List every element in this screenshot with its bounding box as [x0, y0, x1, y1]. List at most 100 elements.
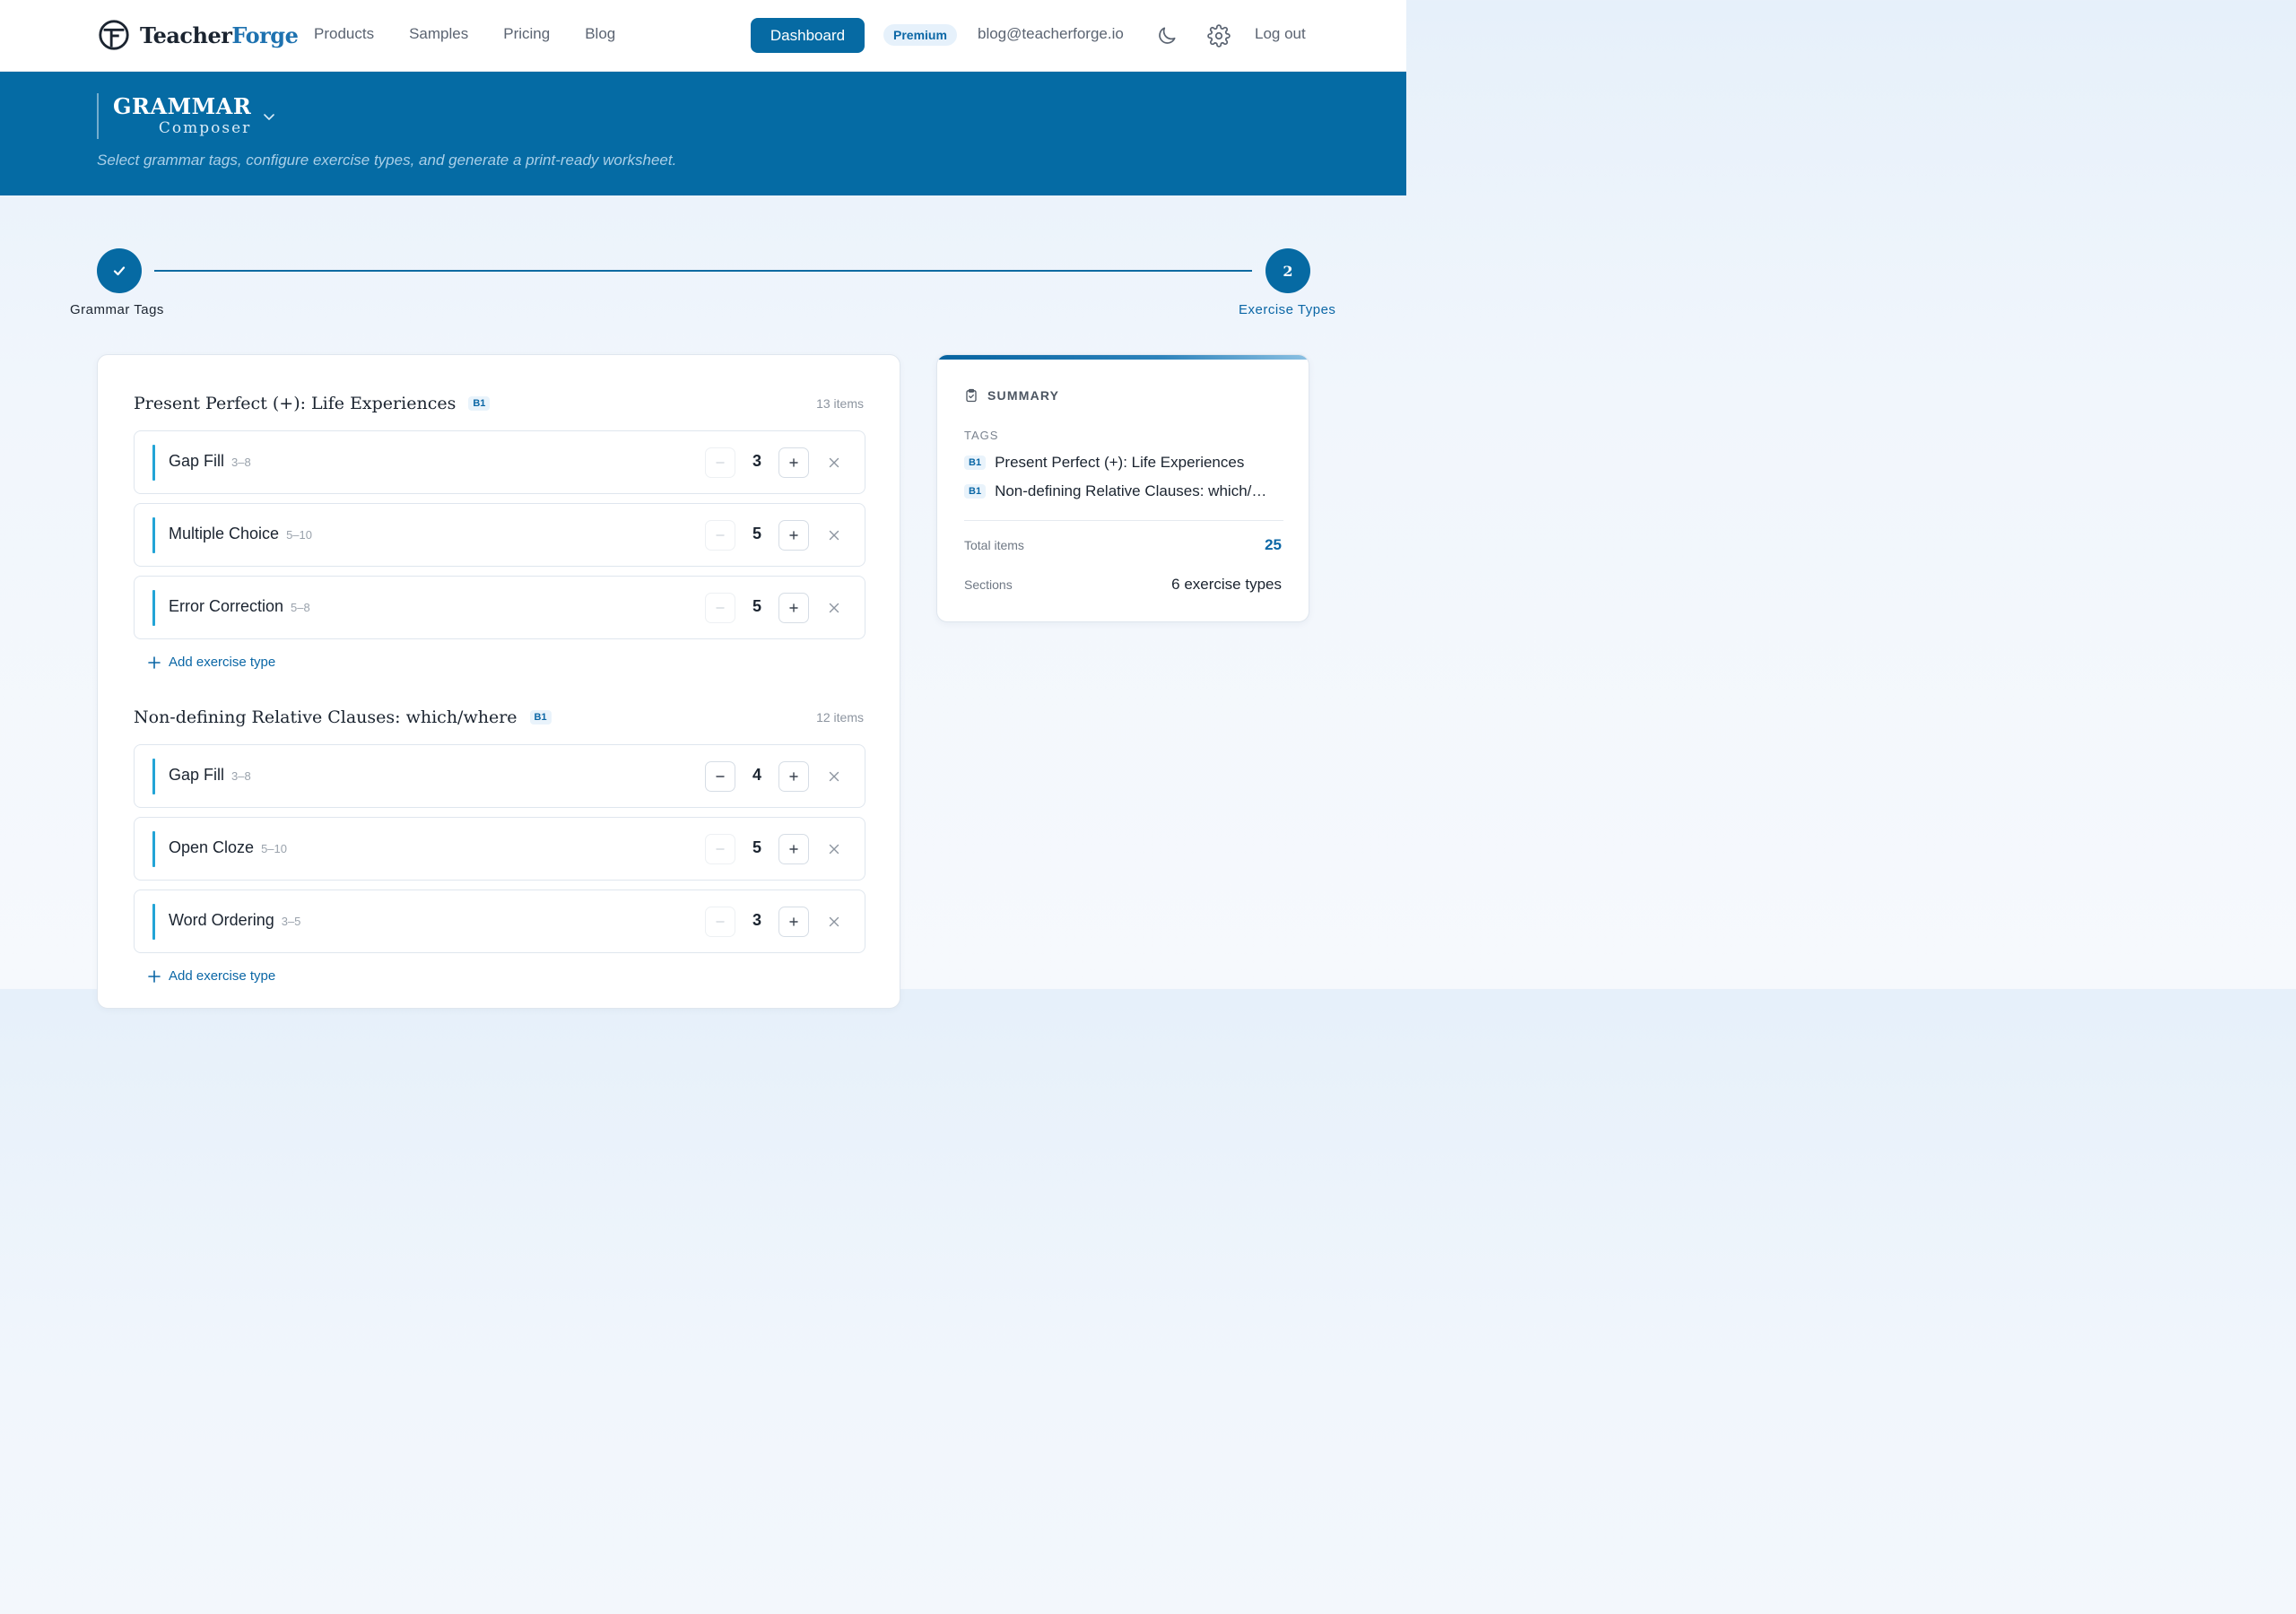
decrement-button[interactable]: [705, 593, 735, 623]
sections-label: Sections: [964, 577, 1013, 592]
exercise-accent-bar: [152, 517, 155, 553]
chevron-down-icon[interactable]: [262, 109, 276, 124]
nav-link-pricing[interactable]: Pricing: [503, 25, 550, 43]
exercise-name: Gap Fill 3–8: [169, 452, 251, 470]
section-title: Non-defining Relative Clauses: which/whe…: [134, 707, 517, 727]
summary-divider: [964, 520, 1283, 521]
dashboard-button[interactable]: Dashboard: [751, 18, 865, 53]
increment-button[interactable]: [778, 593, 809, 623]
nav-link-samples[interactable]: Samples: [409, 25, 468, 43]
increment-button[interactable]: [778, 761, 809, 792]
decrement-button[interactable]: [705, 520, 735, 551]
stepper-progress-line: [154, 270, 1252, 272]
exercise-row: Multiple Choice 5–10 5: [134, 503, 865, 567]
decrement-button[interactable]: [705, 907, 735, 937]
increment-button[interactable]: [778, 907, 809, 937]
section-header: Present Perfect (+): Life Experiences B1: [134, 394, 491, 413]
exercise-quantity: 4: [752, 766, 761, 784]
increment-button[interactable]: [778, 447, 809, 478]
section-title: Present Perfect (+): Life Experiences: [134, 394, 457, 413]
check-icon: [113, 266, 126, 276]
close-icon[interactable]: [827, 528, 841, 542]
exercise-range: 5–10: [261, 842, 287, 855]
summary-panel: SUMMARY TAGS B1 Present Perfect (+): Lif…: [936, 354, 1309, 622]
close-icon[interactable]: [827, 769, 841, 784]
section-item-count: 12 items: [816, 710, 864, 725]
exercise-accent-bar: [152, 445, 155, 481]
exercise-quantity: 5: [752, 838, 761, 856]
brand-logo[interactable]: TeacherForge: [97, 18, 299, 52]
exercise-row: Error Correction 5–8 5: [134, 576, 865, 639]
exercise-range: 5–8: [291, 601, 310, 614]
exercise-range: 3–5: [281, 915, 301, 928]
plus-icon: [789, 917, 798, 926]
plan-badge: Premium: [883, 24, 957, 46]
total-items-label: Total items: [964, 538, 1024, 552]
decrement-button[interactable]: [705, 447, 735, 478]
summary-tag-text: Present Perfect (+): Life Experiences: [995, 454, 1245, 471]
plus-icon: [789, 458, 798, 467]
exercise-quantity: 5: [752, 597, 761, 615]
step-1-label: Grammar Tags: [70, 302, 164, 317]
exercise-row: Word Ordering 3–5 3: [134, 889, 865, 953]
step-1-complete[interactable]: [97, 248, 142, 293]
exercise-quantity: 5: [752, 525, 761, 542]
page-description: Select grammar tags, configure exercise …: [97, 152, 677, 169]
gear-icon[interactable]: [1207, 24, 1231, 48]
sections-value: 6 exercise types: [1171, 576, 1282, 593]
exercise-name: Gap Fill 3–8: [169, 766, 251, 784]
top-navigation: TeacherForge Products Samples Pricing Bl…: [0, 0, 1406, 72]
nav-link-products[interactable]: Products: [314, 25, 374, 43]
summary-tag: B1 Non-defining Relative Clauses: which/…: [964, 482, 1274, 500]
decrement-button[interactable]: [705, 834, 735, 864]
level-badge: B1: [468, 396, 491, 411]
summary-title: SUMMARY: [987, 388, 1060, 403]
exercise-row: Gap Fill 3–8 3: [134, 430, 865, 494]
section-item-count: 13 items: [816, 396, 864, 411]
exercise-row: Open Cloze 5–10 5: [134, 817, 865, 881]
close-icon[interactable]: [827, 456, 841, 470]
moon-icon[interactable]: [1155, 24, 1178, 48]
nav-link-blog[interactable]: Blog: [585, 25, 615, 43]
close-icon[interactable]: [827, 842, 841, 856]
summary-header: SUMMARY: [964, 388, 1059, 403]
step-2-number: 2: [1283, 262, 1293, 280]
minus-icon: [716, 848, 725, 850]
close-icon[interactable]: [827, 915, 841, 929]
minus-icon: [716, 462, 725, 464]
exercise-quantity: 3: [752, 452, 761, 470]
minus-icon: [716, 534, 725, 536]
brand-name: TeacherForge: [140, 22, 299, 48]
section-header: Non-defining Relative Clauses: which/whe…: [134, 707, 552, 727]
composer-title-sub: Composer: [158, 118, 252, 137]
clipboard-check-icon: [966, 388, 977, 403]
add-exercise-type-button[interactable]: Add exercise type: [147, 968, 275, 984]
step-2-active[interactable]: 2: [1265, 248, 1310, 293]
composer-selector[interactable]: GRAMMAR Composer: [97, 93, 276, 139]
summary-accent-bar: [937, 355, 1309, 360]
plus-icon: [789, 603, 798, 612]
add-exercise-type-label: Add exercise type: [169, 655, 276, 670]
decrement-button[interactable]: [705, 761, 735, 792]
main-nav: Products Samples Pricing Blog: [314, 25, 615, 43]
level-badge: B1: [964, 484, 987, 499]
increment-button[interactable]: [778, 834, 809, 864]
plus-icon: [789, 845, 798, 854]
exercise-accent-bar: [152, 590, 155, 626]
increment-button[interactable]: [778, 520, 809, 551]
logout-link[interactable]: Log out: [1255, 25, 1306, 43]
plus-icon: [148, 655, 161, 669]
composer-title-main: GRAMMAR: [113, 92, 252, 119]
minus-icon: [716, 607, 725, 609]
exercise-range: 5–10: [286, 528, 312, 542]
teacherforge-logo-icon: [99, 20, 129, 50]
add-exercise-type-button[interactable]: Add exercise type: [147, 655, 275, 670]
exercise-range: 3–8: [231, 456, 251, 469]
plus-icon: [789, 531, 798, 540]
level-badge: B1: [529, 710, 552, 725]
exercise-name: Open Cloze 5–10: [169, 838, 287, 856]
close-icon[interactable]: [827, 601, 841, 615]
composer-hero: GRAMMAR Composer Select grammar tags, co…: [0, 72, 1406, 195]
exercise-accent-bar: [152, 759, 155, 794]
user-email: blog@teacherforge.io: [978, 25, 1124, 42]
